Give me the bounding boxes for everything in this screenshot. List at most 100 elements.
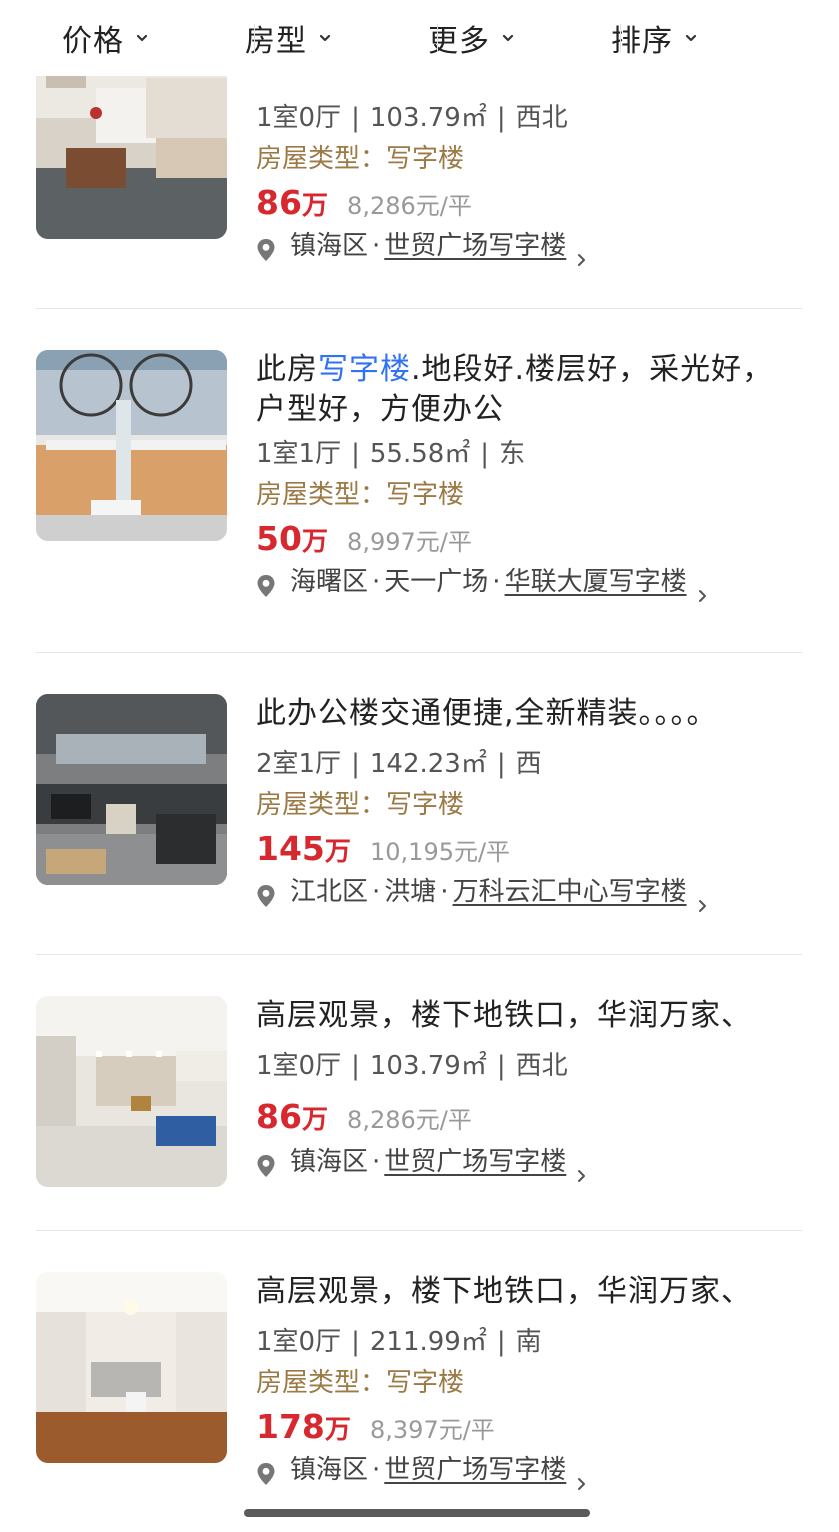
listing-location[interactable]: 镇海区 · 世贸广场写字楼 <box>256 1450 802 1490</box>
price-row: 86万 8,286元/平 <box>256 1094 802 1140</box>
listing-photo <box>36 694 227 885</box>
listing-info: 1室0厅 | 103.79㎡ | 西北 房屋类型：写字楼 86万 8,286元/平 镇海… <box>256 98 802 266</box>
unit-price: 8,397元/平 <box>370 1416 495 1444</box>
chevron-down-icon <box>134 30 150 46</box>
divider <box>36 954 802 955</box>
chevron-right-icon <box>695 575 709 602</box>
filter-label: 房型 <box>245 24 307 59</box>
listing-title[interactable]: 高层观景，楼下地铁口，华润万家、 <box>256 996 802 1036</box>
listing-meta: 2室1厅 | 142.23㎡ | 西 <box>256 749 542 779</box>
total-price: 50万 <box>256 519 328 558</box>
rooms: 2室1厅 <box>256 749 342 779</box>
listing-card[interactable]: 高层观景，楼下地铁口，华润万家、 1室0厅 | 211.99㎡ | 南 房屋类型：写字楼… <box>36 1272 802 1492</box>
listing-meta: 1室0厅 | 103.79㎡ | 西北 <box>256 1051 568 1081</box>
listing-meta: 1室0厅 | 211.99㎡ | 南 <box>256 1327 542 1357</box>
rooms: 1室0厅 <box>256 1051 342 1081</box>
unit-price: 8,997元/平 <box>347 528 472 556</box>
unit-price: 8,286元/平 <box>347 1106 472 1134</box>
listing-photo <box>36 996 227 1187</box>
price-row: 50万 8,997元/平 <box>256 516 802 562</box>
location-pin-icon <box>256 880 276 907</box>
orientation: 东 <box>499 439 526 469</box>
total-price: 86万 <box>256 183 328 222</box>
filter-label: 排序 <box>611 24 673 59</box>
filter-more[interactable]: 更多 <box>401 0 584 76</box>
unit-price: 8,286元/平 <box>347 192 472 220</box>
listing-photo <box>36 1272 227 1463</box>
estate-link[interactable]: 万科云汇中心写字楼 <box>453 872 687 912</box>
keyword-highlight: 写字楼 <box>318 352 411 387</box>
location-pin-icon <box>256 1458 276 1485</box>
property-type: 房屋类型：写字楼 <box>256 144 465 174</box>
total-price: 145万 <box>256 829 351 868</box>
listing-location[interactable]: 海曙区 · 天一广场 · 华联大厦写字楼 <box>256 562 802 602</box>
business-area: 洪塘 <box>384 877 437 907</box>
listing-info: 高层观景，楼下地铁口，华润万家、 1室0厅 | 103.79㎡ | 西北 86万 8,2… <box>256 996 802 1182</box>
listing-title[interactable]: 此办公楼交通便捷,全新精装。。。。 <box>256 694 802 734</box>
listing-photo <box>36 350 227 541</box>
price-row: 178万 8,397元/平 <box>256 1404 802 1450</box>
area: 103.79㎡ <box>369 1051 487 1081</box>
district: 镇海区 <box>290 1147 369 1177</box>
property-type: 房屋类型：写字楼 <box>256 480 465 510</box>
home-indicator[interactable] <box>244 1509 590 1517</box>
estate-link[interactable]: 世贸广场写字楼 <box>384 1450 566 1490</box>
filter-bar: 价格 房型 更多 排序 <box>0 0 839 76</box>
listing-card[interactable]: 高层观景，楼下地铁口，华润万家、 1室0厅 | 103.79㎡ | 西北 86万 8,2… <box>36 996 802 1196</box>
filter-layout[interactable]: 房型 <box>218 0 401 76</box>
area: 55.58㎡ <box>369 439 471 469</box>
listing-title[interactable]: 此房写字楼.地段好.楼层好，采光好，户型好，方便办公 <box>256 350 802 430</box>
divider <box>36 308 802 309</box>
listing-card[interactable]: 1室0厅 | 103.79㎡ | 西北 房屋类型：写字楼 86万 8,286元/平 镇海… <box>36 48 802 266</box>
listing-location[interactable]: 镇海区 · 世贸广场写字楼 <box>256 226 802 266</box>
chevron-right-icon <box>574 1155 588 1182</box>
chevron-right-icon <box>574 239 588 266</box>
divider <box>36 1230 802 1231</box>
estate-link[interactable]: 世贸广场写字楼 <box>384 1142 566 1182</box>
district: 镇海区 <box>290 231 369 261</box>
price-row: 145万 10,195元/平 <box>256 826 802 872</box>
location-pin-icon <box>256 570 276 597</box>
listing-info: 此房写字楼.地段好.楼层好，采光好，户型好，方便办公 1室1厅 | 55.58㎡ | 东… <box>256 350 802 602</box>
business-area: 天一广场 <box>384 567 489 597</box>
listing-info: 此办公楼交通便捷,全新精装。。。。 2室1厅 | 142.23㎡ | 西 房屋类型：写字… <box>256 694 802 912</box>
property-type: 房屋类型：写字楼 <box>256 790 465 820</box>
orientation: 西北 <box>515 1051 568 1081</box>
filter-price[interactable]: 价格 <box>0 0 218 76</box>
orientation: 西北 <box>515 103 568 133</box>
area: 103.79㎡ <box>369 103 487 133</box>
filter-label: 价格 <box>62 24 124 59</box>
listing-card[interactable]: 此房写字楼.地段好.楼层好，采光好，户型好，方便办公 1室1厅 | 55.58㎡ | 东… <box>36 350 802 610</box>
chevron-right-icon <box>695 885 709 912</box>
listing-photo <box>36 48 227 239</box>
rooms: 1室0厅 <box>256 1327 342 1357</box>
chevron-right-icon <box>574 1463 588 1490</box>
listing-meta: 1室0厅 | 103.79㎡ | 西北 <box>256 103 568 133</box>
listing-location[interactable]: 镇海区 · 世贸广场写字楼 <box>256 1142 802 1182</box>
location-pin-icon <box>256 234 276 261</box>
listing-meta: 1室1厅 | 55.58㎡ | 东 <box>256 439 526 469</box>
estate-link[interactable]: 华联大厦写字楼 <box>505 562 687 602</box>
total-price: 178万 <box>256 1407 351 1446</box>
filter-sort[interactable]: 排序 <box>584 0 767 76</box>
district: 海曙区 <box>290 567 369 597</box>
property-type: 房屋类型：写字楼 <box>256 1368 465 1398</box>
divider <box>36 652 802 653</box>
listing-location[interactable]: 江北区 · 洪塘 · 万科云汇中心写字楼 <box>256 872 802 912</box>
rooms: 1室0厅 <box>256 103 342 133</box>
total-price: 86万 <box>256 1097 328 1136</box>
estate-link[interactable]: 世贸广场写字楼 <box>384 226 566 266</box>
orientation: 西 <box>515 749 542 779</box>
orientation: 南 <box>515 1327 542 1357</box>
chevron-down-icon <box>683 30 699 46</box>
location-pin-icon <box>256 1150 276 1177</box>
listing-title[interactable]: 高层观景，楼下地铁口，华润万家、 <box>256 1272 802 1312</box>
listing-info: 高层观景，楼下地铁口，华润万家、 1室0厅 | 211.99㎡ | 南 房屋类型：写字楼… <box>256 1272 802 1490</box>
listing-card[interactable]: 此办公楼交通便捷,全新精装。。。。 2室1厅 | 142.23㎡ | 西 房屋类型：写字… <box>36 694 802 914</box>
filter-label: 更多 <box>428 24 490 59</box>
district: 镇海区 <box>290 1455 369 1485</box>
chevron-down-icon <box>317 30 333 46</box>
area: 211.99㎡ <box>369 1327 487 1357</box>
chevron-down-icon <box>500 30 516 46</box>
rooms: 1室1厅 <box>256 439 342 469</box>
